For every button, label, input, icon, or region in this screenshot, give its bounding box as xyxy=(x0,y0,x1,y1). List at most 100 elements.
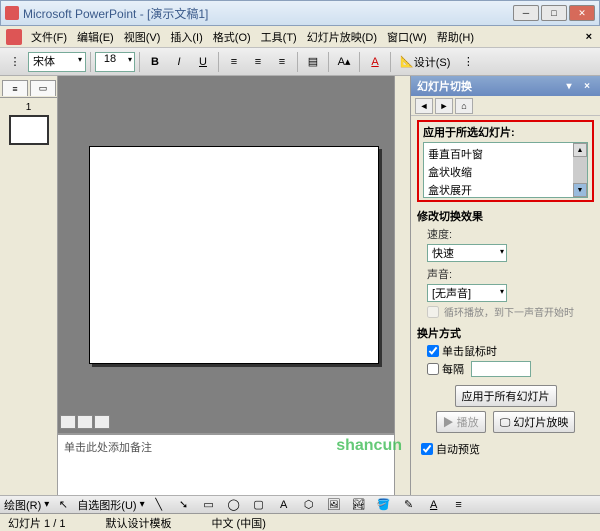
app-icon xyxy=(5,6,19,20)
list-item[interactable]: 垂直百叶窗 xyxy=(426,145,585,163)
sound-label: 声音: xyxy=(427,266,594,282)
menu-help[interactable]: 帮助(H) xyxy=(432,27,479,47)
status-language: 中文 (中国) xyxy=(211,515,265,531)
status-slide: 幻灯片 1 / 1 xyxy=(8,515,65,531)
apply-section-label: 应用于所选幻灯片: xyxy=(423,124,588,140)
arrow-tool-icon[interactable]: ➘ xyxy=(173,494,195,516)
menubar: 文件(F) 编辑(E) 视图(V) 插入(I) 格式(O) 工具(T) 幻灯片放… xyxy=(0,26,600,48)
scroll-up-button[interactable]: ▲ xyxy=(573,143,587,157)
fill-color-icon[interactable]: 🪣 xyxy=(373,494,395,516)
toolbar-more-icon[interactable]: ⋮ xyxy=(457,51,479,73)
nav-forward-button[interactable]: ► xyxy=(435,98,453,114)
clipart-icon[interactable]: 🖼 xyxy=(323,494,345,516)
normal-view-button[interactable] xyxy=(60,415,76,429)
menu-slideshow[interactable]: 幻灯片放映(D) xyxy=(302,27,382,47)
sound-select[interactable]: [无声音] xyxy=(427,284,507,302)
autopreview-label: 自动预览 xyxy=(436,441,480,457)
vertical-scrollbar[interactable] xyxy=(394,76,410,495)
autopreview-checkbox[interactable] xyxy=(421,443,433,455)
increase-font-button[interactable]: A▴ xyxy=(333,51,355,73)
thumbnail-pane: ≡ ▭ 1 xyxy=(0,76,58,495)
menu-edit[interactable]: 编辑(E) xyxy=(72,27,119,47)
font-family-select[interactable]: 宋体 xyxy=(28,52,86,72)
sorter-view-button[interactable] xyxy=(77,415,93,429)
align-left-button[interactable]: ≡ xyxy=(223,51,245,73)
line-tool-icon[interactable]: ╲ xyxy=(148,494,170,516)
menu-insert[interactable]: 插入(I) xyxy=(165,27,207,47)
wordart-icon[interactable]: A xyxy=(273,494,295,516)
speed-select[interactable]: 快速 xyxy=(427,244,507,262)
advance-section-label: 换片方式 xyxy=(417,325,594,341)
line-style-icon[interactable]: ≡ xyxy=(448,494,470,516)
onclick-label: 单击鼠标时 xyxy=(442,343,497,359)
loop-label: 循环播放，到下一声音开始时 xyxy=(444,304,574,319)
picture-icon[interactable]: 🏞 xyxy=(348,494,370,516)
textbox-tool-icon[interactable]: ▢ xyxy=(248,494,270,516)
taskpane-header: 幻灯片切换 ▾ × xyxy=(411,76,600,96)
draw-menu[interactable]: 绘图(R) xyxy=(4,497,41,513)
toolbar-options-icon[interactable]: ⋮ xyxy=(4,51,26,73)
maximize-button[interactable]: □ xyxy=(541,5,567,21)
minimize-button[interactable]: ─ xyxy=(513,5,539,21)
taskpane-title: 幻灯片切换 xyxy=(417,78,472,94)
autoshapes-menu[interactable]: 自选图形(U) xyxy=(77,497,136,513)
bullets-button[interactable]: ▤ xyxy=(302,51,324,73)
slideshow-view-button[interactable] xyxy=(94,415,110,429)
titlebar: Microsoft PowerPoint - [演示文稿1] ─ □ ✕ xyxy=(0,0,600,26)
formatting-toolbar: ⋮ 宋体 18 B I U ≡ ≡ ≡ ▤ A▴ A 📐 设计(S) ⋮ xyxy=(0,48,600,76)
oval-tool-icon[interactable]: ◯ xyxy=(223,494,245,516)
menu-tools[interactable]: 工具(T) xyxy=(256,27,302,47)
drawing-toolbar: 绘图(R)▾ ↖ 自选图形(U)▾ ╲ ➘ ▭ ◯ ▢ A ⬡ 🖼 🏞 🪣 ✎ … xyxy=(0,495,600,513)
every-time-input[interactable] xyxy=(471,361,531,377)
line-color-icon[interactable]: ✎ xyxy=(398,494,420,516)
every-checkbox[interactable] xyxy=(427,363,439,375)
font-size-select[interactable]: 18 xyxy=(95,52,135,72)
diagram-icon[interactable]: ⬡ xyxy=(298,494,320,516)
close-button[interactable]: ✕ xyxy=(569,5,595,21)
menu-format[interactable]: 格式(O) xyxy=(208,27,256,47)
every-label: 每隔 xyxy=(442,361,464,377)
onclick-checkbox[interactable] xyxy=(427,345,439,357)
scroll-down-button[interactable]: ▼ xyxy=(573,183,587,197)
slide-editor: 单击此处添加备注 shancun xyxy=(58,76,410,495)
slideshow-button[interactable]: 🖵 幻灯片放映 xyxy=(493,411,576,433)
modify-section-label: 修改切换效果 xyxy=(417,208,594,224)
app-menu-icon[interactable] xyxy=(6,29,22,45)
scroll-track[interactable] xyxy=(573,157,587,183)
nav-back-button[interactable]: ◄ xyxy=(415,98,433,114)
play-button[interactable]: ▶ 播放 xyxy=(436,411,486,433)
underline-button[interactable]: U xyxy=(192,51,214,73)
slide-thumbnail[interactable] xyxy=(9,115,49,145)
notes-pane[interactable]: 单击此处添加备注 xyxy=(58,433,394,495)
loop-checkbox[interactable] xyxy=(427,306,439,318)
menu-window[interactable]: 窗口(W) xyxy=(382,27,432,47)
list-item[interactable]: 盒状展开 xyxy=(426,181,585,199)
taskpane-dropdown-icon[interactable]: ▾ xyxy=(562,79,576,93)
font-color-button[interactable]: A xyxy=(364,51,386,73)
align-right-button[interactable]: ≡ xyxy=(271,51,293,73)
status-template: 默认设计模板 xyxy=(105,515,171,531)
italic-button[interactable]: I xyxy=(168,51,190,73)
menu-file[interactable]: 文件(F) xyxy=(26,27,72,47)
apply-all-button[interactable]: 应用于所有幻灯片 xyxy=(455,385,557,407)
menu-view[interactable]: 视图(V) xyxy=(119,27,166,47)
bold-button[interactable]: B xyxy=(144,51,166,73)
list-item[interactable]: 盒状收缩 xyxy=(426,163,585,181)
taskpane-close-icon[interactable]: × xyxy=(580,79,594,93)
select-tool-icon[interactable]: ↖ xyxy=(52,494,74,516)
font-color-icon[interactable]: A xyxy=(423,494,445,516)
transition-list[interactable]: 垂直百叶窗 盒状收缩 盒状展开 ▲ ▼ xyxy=(423,142,588,198)
slide-number: 1 xyxy=(0,102,57,113)
main-area: ≡ ▭ 1 单击此处添加备注 shancun 幻灯片切换 ▾ × ◄ ► xyxy=(0,76,600,495)
outline-tab[interactable]: ≡ xyxy=(2,80,28,96)
design-button[interactable]: 📐 设计(S) xyxy=(395,51,455,73)
rectangle-tool-icon[interactable]: ▭ xyxy=(198,494,220,516)
task-pane: 幻灯片切换 ▾ × ◄ ► ⌂ 应用于所选幻灯片: 垂直百叶窗 盒状收缩 盒状展… xyxy=(410,76,600,495)
slides-tab[interactable]: ▭ xyxy=(30,80,56,96)
document-close-icon[interactable]: × xyxy=(580,31,598,43)
taskpane-nav: ◄ ► ⌂ xyxy=(411,96,600,116)
slide-canvas[interactable] xyxy=(89,146,379,364)
highlight-box: 应用于所选幻灯片: 垂直百叶窗 盒状收缩 盒状展开 ▲ ▼ xyxy=(417,120,594,202)
nav-home-button[interactable]: ⌂ xyxy=(455,98,473,114)
align-center-button[interactable]: ≡ xyxy=(247,51,269,73)
